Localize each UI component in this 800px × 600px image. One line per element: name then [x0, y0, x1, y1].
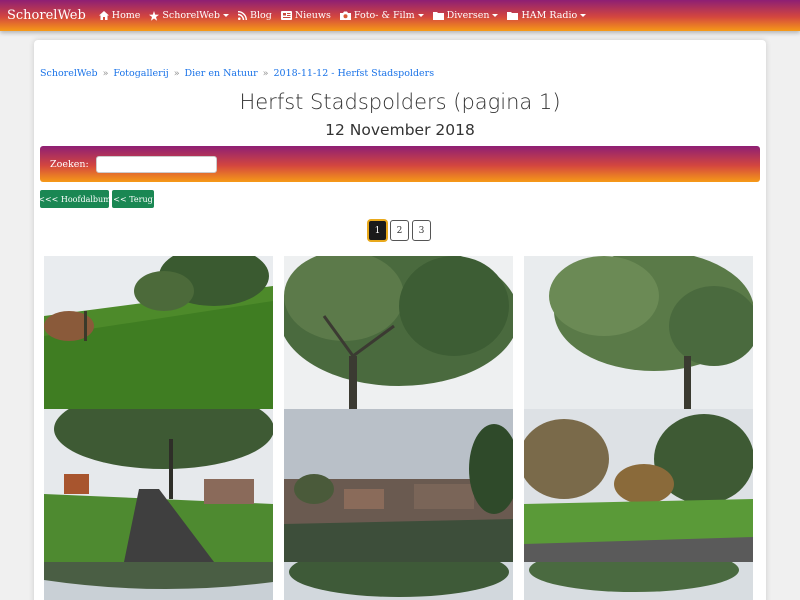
breadcrumb-separator: » [102, 68, 109, 79]
photo-thumbnail[interactable] [44, 409, 273, 562]
back-button[interactable]: << Terug [112, 190, 154, 208]
page-subtitle: 12 November 2018 [325, 121, 475, 139]
main-album-button[interactable]: <<< Hoofdalbum [38, 190, 111, 208]
photo-thumbnail[interactable] [44, 256, 273, 409]
nav-home[interactable]: Home [98, 10, 141, 21]
brand-link[interactable]: SchorelWeb [7, 8, 86, 23]
rss-icon [237, 11, 247, 20]
nav-nieuws[interactable]: Nieuws [280, 10, 331, 21]
caret-down-icon [492, 14, 499, 17]
nav-schorelweb-label: SchorelWeb [162, 10, 220, 21]
breadcrumb-item-fotogallerij[interactable]: Fotogallerij [113, 68, 168, 79]
page-button-2[interactable]: 2 [390, 220, 409, 241]
photo-thumbnail[interactable] [524, 256, 753, 409]
content-card: SchorelWeb » Fotogallerij » Dier en Natuur » 2… [34, 40, 766, 600]
photo-thumbnail[interactable] [524, 562, 753, 600]
page-button-1[interactable]: 1 [368, 220, 387, 241]
nav-blog[interactable]: Blog [237, 10, 272, 21]
nav-ham-radio-label: HAM Radio [521, 10, 578, 21]
nav-diversen-label: Diversen [446, 10, 490, 21]
photo-thumbnail[interactable] [284, 409, 513, 562]
photo-thumbnail[interactable] [284, 562, 513, 600]
camera-icon [339, 11, 351, 20]
search-label: Zoeken: [50, 158, 89, 170]
newspaper-icon [280, 11, 292, 20]
nav-diversen[interactable]: Diversen [432, 10, 499, 21]
nav-ham-radio[interactable]: HAM Radio [507, 10, 587, 21]
breadcrumb-separator: » [173, 68, 180, 79]
caret-down-icon [222, 14, 229, 17]
nav-foto-film-label: Foto- & Film [353, 10, 415, 21]
page-title: Herfst Stadspolders (pagina 1) [239, 90, 561, 114]
folder-icon [432, 12, 444, 20]
search-input[interactable] [95, 155, 217, 173]
star-icon [149, 10, 160, 21]
breadcrumb: SchorelWeb » Fotogallerij » Dier en Natuur » 2… [40, 68, 434, 79]
breadcrumb-item-album[interactable]: 2018-11-12 - Herfst Stadspolders [273, 68, 434, 79]
page-button-3[interactable]: 3 [412, 220, 431, 241]
nav-foto-film[interactable]: Foto- & Film [339, 10, 424, 21]
photo-thumbnail[interactable] [44, 562, 273, 600]
nav-schorelweb[interactable]: SchorelWeb [149, 10, 229, 21]
breadcrumb-separator: » [262, 68, 269, 79]
pagination: 1 2 3 [368, 220, 434, 241]
breadcrumb-item-home[interactable]: SchorelWeb [40, 68, 98, 79]
breadcrumb-item-dier-natuur[interactable]: Dier en Natuur [185, 68, 258, 79]
photo-thumbnail[interactable] [284, 256, 513, 409]
caret-down-icon [580, 14, 587, 17]
caret-down-icon [417, 14, 424, 17]
top-navbar: SchorelWeb Home SchorelWeb Blog Nieuws F… [0, 0, 800, 31]
home-icon [98, 11, 109, 20]
nav-blog-label: Blog [249, 10, 272, 21]
nav-nieuws-label: Nieuws [294, 10, 331, 21]
nav-home-label: Home [111, 10, 141, 21]
folder-icon [507, 12, 519, 20]
photo-thumbnail[interactable] [524, 409, 753, 562]
search-bar: Zoeken: [40, 146, 760, 182]
